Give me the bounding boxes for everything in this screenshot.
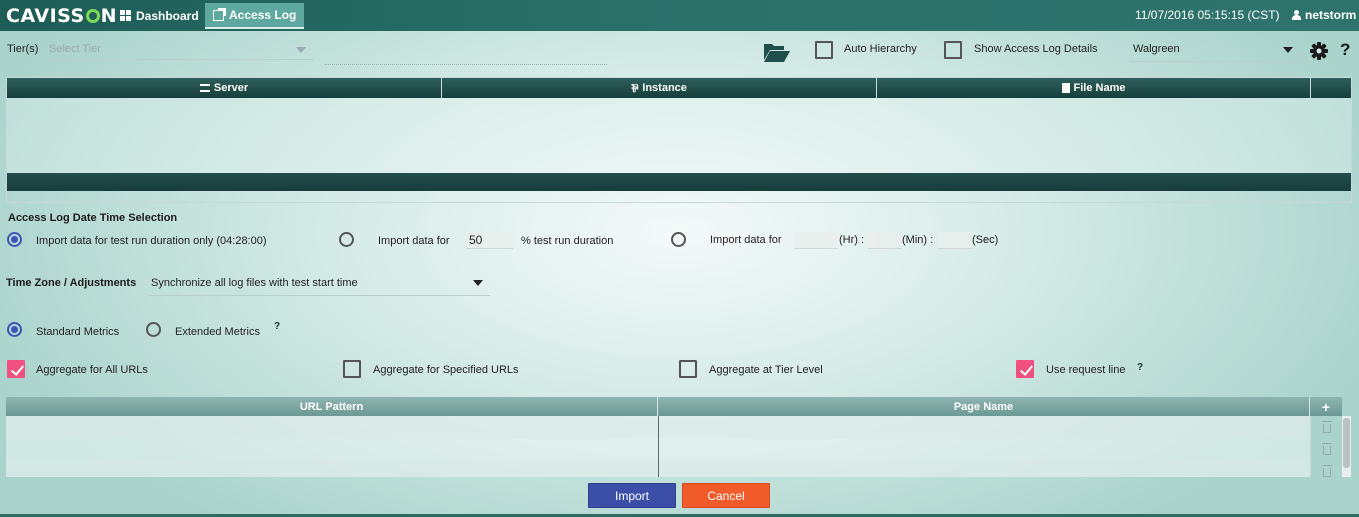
- server-table-header: Server ⅌ Instance File Name: [7, 78, 1351, 98]
- file-icon: [1061, 83, 1070, 93]
- extended-metrics-label: Extended Metrics: [175, 326, 260, 338]
- hour-input[interactable]: [794, 232, 838, 249]
- dashboard-grid-icon: [120, 10, 131, 21]
- column-file-name[interactable]: File Name: [877, 78, 1311, 98]
- aggregate-all-urls-label: Aggregate for All URLs: [36, 364, 148, 376]
- use-request-line-label: Use request line: [1046, 364, 1126, 376]
- scrollbar-thumb[interactable]: [1343, 418, 1350, 468]
- radio-percent-duration-label: Import data for: [378, 235, 450, 247]
- hour-unit: (Hr) :: [839, 234, 865, 246]
- auto-hierarchy-label: Auto Hierarchy: [844, 43, 917, 55]
- column-divider: [658, 416, 659, 477]
- radio-test-run-duration-label: Import data for test run duration only (…: [36, 235, 267, 247]
- use-request-line-checkbox[interactable]: [1016, 360, 1034, 378]
- profile-value: Walgreen: [1133, 43, 1180, 55]
- url-table-header: URL Pattern Page Name +: [6, 397, 1342, 416]
- chevron-down-icon: [1283, 47, 1293, 53]
- radio-custom-duration[interactable]: [671, 232, 686, 247]
- user-icon: [1292, 10, 1301, 20]
- chevron-down-icon: [296, 47, 306, 53]
- plus-icon: +: [1321, 398, 1331, 415]
- timezone-label: Time Zone / Adjustments: [6, 277, 137, 289]
- chevron-down-icon: [473, 280, 483, 286]
- tier-label: Tier(s): [7, 43, 39, 55]
- profile-select[interactable]: Walgreen: [1130, 38, 1300, 62]
- add-row-button[interactable]: +: [1310, 397, 1342, 416]
- radio-percent-duration[interactable]: [339, 232, 354, 247]
- radio-test-run-duration[interactable]: [7, 232, 22, 247]
- cavisson-logo: CAVISS N: [6, 5, 118, 27]
- timezone-value: Synchronize all log files with test star…: [151, 277, 358, 289]
- minute-input[interactable]: [868, 232, 902, 249]
- help-icon[interactable]: ?: [1340, 40, 1350, 60]
- timezone-select[interactable]: Synchronize all log files with test star…: [148, 272, 490, 296]
- column-server[interactable]: Server: [7, 78, 442, 98]
- radio-standard-metrics[interactable]: [7, 322, 22, 337]
- external-link-icon: [213, 7, 226, 21]
- server-datetime: 11/07/2016 05:15:15 (CST): [1135, 8, 1280, 22]
- tier-placeholder: Select Tier: [49, 43, 101, 55]
- radio-extended-metrics[interactable]: [146, 322, 161, 337]
- column-divider: [1310, 416, 1311, 477]
- server-table-body: [7, 98, 1351, 173]
- show-details-label: Show Access Log Details: [974, 43, 1098, 55]
- percent-suffix-label: % test run duration: [521, 235, 614, 247]
- minute-unit: (Min) :: [902, 234, 934, 246]
- column-page-name[interactable]: Page Name: [658, 397, 1310, 416]
- percent-input[interactable]: 50: [466, 232, 513, 249]
- instance-icon: ⅌: [631, 82, 639, 95]
- user-name: netstorm: [1305, 8, 1357, 22]
- user-menu[interactable]: netstorm: [1292, 8, 1356, 22]
- aggregate-tier-label: Aggregate at Tier Level: [709, 364, 823, 376]
- radio-custom-duration-label: Import data for: [710, 234, 782, 246]
- folder-open-icon[interactable]: [763, 41, 791, 63]
- divider: [325, 64, 607, 65]
- metrics-help-icon[interactable]: ?: [274, 321, 280, 332]
- server-table: Server ⅌ Instance File Name: [6, 77, 1352, 203]
- nav-access-log-label: Access Log: [229, 8, 297, 22]
- column-instance[interactable]: ⅌ Instance: [442, 78, 877, 98]
- aggregate-specified-label: Aggregate for Specified URLs: [373, 364, 519, 376]
- section-title-datetime: Access Log Date Time Selection: [8, 212, 178, 224]
- trash-icon[interactable]: [1322, 443, 1332, 455]
- trash-icon[interactable]: [1322, 465, 1332, 477]
- standard-metrics-label: Standard Metrics: [36, 326, 120, 338]
- aggregate-all-urls-checkbox[interactable]: [7, 360, 25, 378]
- gear-icon[interactable]: [1310, 42, 1328, 60]
- url-table: URL Pattern Page Name +: [6, 397, 1352, 477]
- aggregate-tier-checkbox[interactable]: [679, 360, 697, 378]
- logo-ring-icon: [85, 9, 100, 23]
- trash-icon[interactable]: [1322, 421, 1332, 433]
- import-button[interactable]: Import: [588, 483, 676, 508]
- nav-dashboard[interactable]: Dashboard: [120, 0, 199, 31]
- show-details-checkbox[interactable]: [944, 41, 962, 59]
- server-icon: [199, 84, 210, 92]
- nav-access-log[interactable]: Access Log: [205, 3, 305, 29]
- cancel-button[interactable]: Cancel: [682, 483, 770, 508]
- auto-hierarchy-checkbox[interactable]: [815, 41, 833, 59]
- request-line-help-icon[interactable]: ?: [1137, 362, 1143, 373]
- column-url-pattern[interactable]: URL Pattern: [6, 397, 658, 416]
- second-unit: (Sec): [972, 234, 999, 246]
- aggregate-specified-checkbox[interactable]: [343, 360, 361, 378]
- scrollbar-track[interactable]: [1342, 416, 1351, 477]
- top-bar: CAVISS N Dashboard Access Log 11/07/2016 …: [0, 0, 1359, 31]
- second-input[interactable]: [938, 232, 972, 249]
- nav-dashboard-label: Dashboard: [136, 8, 199, 23]
- server-table-footer: [7, 173, 1351, 191]
- tier-select[interactable]: Select Tier: [46, 38, 314, 60]
